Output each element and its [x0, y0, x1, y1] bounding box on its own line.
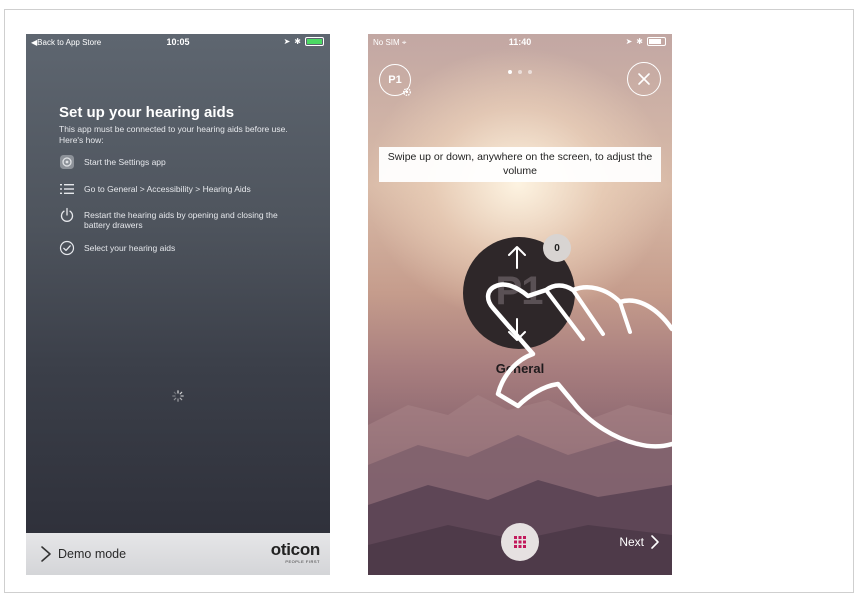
page-dot-active [508, 70, 512, 74]
instruction-tooltip: Swipe up or down, anywhere on the screen… [379, 147, 661, 182]
step-text: Restart the hearing aids by opening and … [84, 210, 278, 230]
setup-screen: ◀Back to App Store 10:05 ➤ ✱ Set up your… [26, 34, 330, 575]
location-icon: ➤ [625, 37, 633, 46]
close-button[interactable] [627, 62, 661, 96]
bluetooth-icon: ✱ [294, 37, 301, 46]
brand-name: oticon [270, 540, 321, 559]
volume-badge: 0 [543, 234, 571, 262]
close-icon [638, 73, 650, 85]
battery-icon [305, 37, 324, 46]
brand-tagline: PEOPLE FIRST [285, 559, 320, 564]
power-icon [60, 207, 74, 222]
gear-icon [403, 88, 411, 96]
step-text: Go to General > Accessibility > Hearing … [84, 184, 251, 194]
step-select: Select your hearing aids [59, 240, 304, 256]
program-circle-label: P1 [495, 269, 544, 313]
next-button[interactable]: Next [619, 534, 660, 550]
menu-grid-button[interactable] [501, 523, 539, 561]
status-bar: ◀Back to App Store 10:05 ➤ ✱ [26, 34, 330, 50]
arrow-up-icon [508, 246, 526, 269]
bluetooth-icon: ✱ [636, 37, 643, 46]
program-name: General [495, 361, 545, 376]
program-button[interactable]: P1 [379, 64, 411, 96]
loading-spinner-icon [172, 390, 184, 402]
settings-app-icon [60, 155, 74, 169]
status-bar: No SIM ⌖ 11:40 ➤ ✱ [368, 34, 672, 50]
arrow-down-icon [508, 318, 526, 341]
demo-mode-label: Demo mode [58, 547, 127, 561]
page-title: Set up your hearing aids [59, 104, 235, 121]
step-text: Start the Settings app [84, 157, 166, 167]
grid-icon [514, 536, 526, 548]
step-settings: Start the Settings app [59, 154, 304, 170]
step-restart: Restart the hearing aids by opening and … [59, 207, 304, 230]
page-dot [518, 70, 522, 74]
chevron-right-icon [651, 535, 659, 549]
tutorial-screen: No SIM ⌖ 11:40 ➤ ✱ P1 Swipe up or down, … [368, 34, 672, 575]
step-text: Select your hearing aids [84, 243, 176, 253]
page-description: This app must be connected to your heari… [59, 124, 288, 145]
next-label: Next [619, 535, 644, 549]
location-icon: ➤ [283, 37, 291, 46]
page-dot [528, 70, 532, 74]
check-circle-icon [59, 240, 75, 256]
chevron-right-icon [41, 546, 51, 562]
program-button-label: P1 [388, 74, 402, 86]
battery-icon [647, 37, 666, 46]
step-general: Go to General > Accessibility > Hearing … [59, 181, 304, 197]
list-icon [60, 184, 74, 194]
oticon-logo: oticon PEOPLE FIRST [270, 540, 321, 565]
demo-mode-bar: Demo mode oticon PEOPLE FIRST [26, 533, 330, 575]
